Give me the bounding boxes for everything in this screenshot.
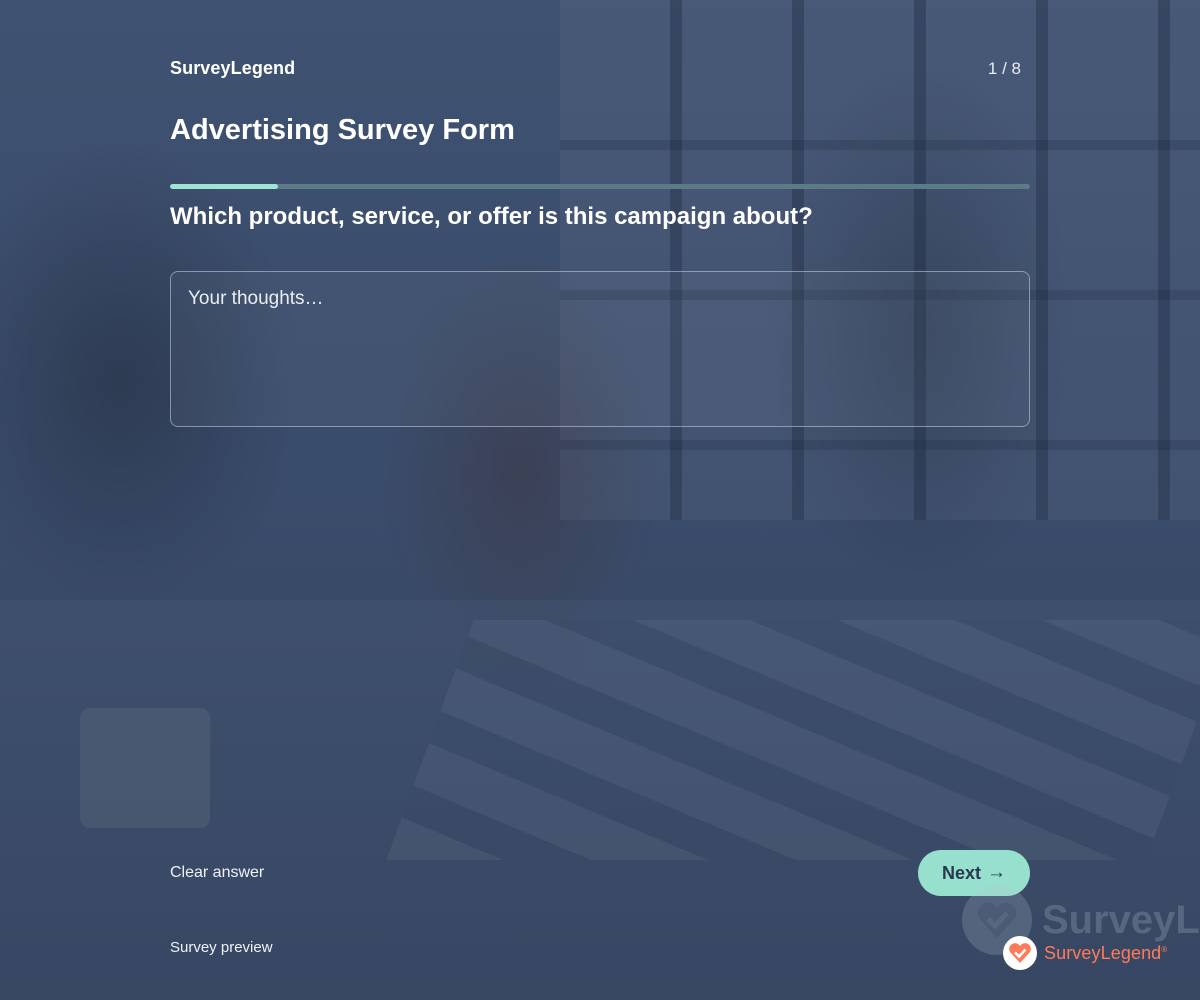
- brand-name: SurveyLegend: [170, 58, 296, 78]
- next-button-label: Next: [941, 862, 981, 883]
- surveylegend-logo[interactable]: SurveyLegend®: [1003, 935, 1167, 971]
- background-photo: [0, 0, 1200, 1000]
- page-counter: 1 / 8: [987, 59, 1021, 78]
- heart-check-icon: [1003, 936, 1037, 970]
- arrow-right-icon: →: [987, 862, 1006, 883]
- survey-title: Advertising Survey Form: [170, 114, 515, 146]
- progress-bar-fill: [170, 184, 278, 189]
- clear-answer-link[interactable]: Clear answer: [170, 864, 264, 882]
- answer-textarea[interactable]: [170, 271, 1030, 427]
- question-text: Which product, service, or offer is this…: [170, 203, 813, 230]
- progress-bar: [170, 184, 1030, 189]
- survey-preview-label: Survey preview: [170, 939, 273, 956]
- logo-wordmark: SurveyLegend®: [1044, 942, 1168, 963]
